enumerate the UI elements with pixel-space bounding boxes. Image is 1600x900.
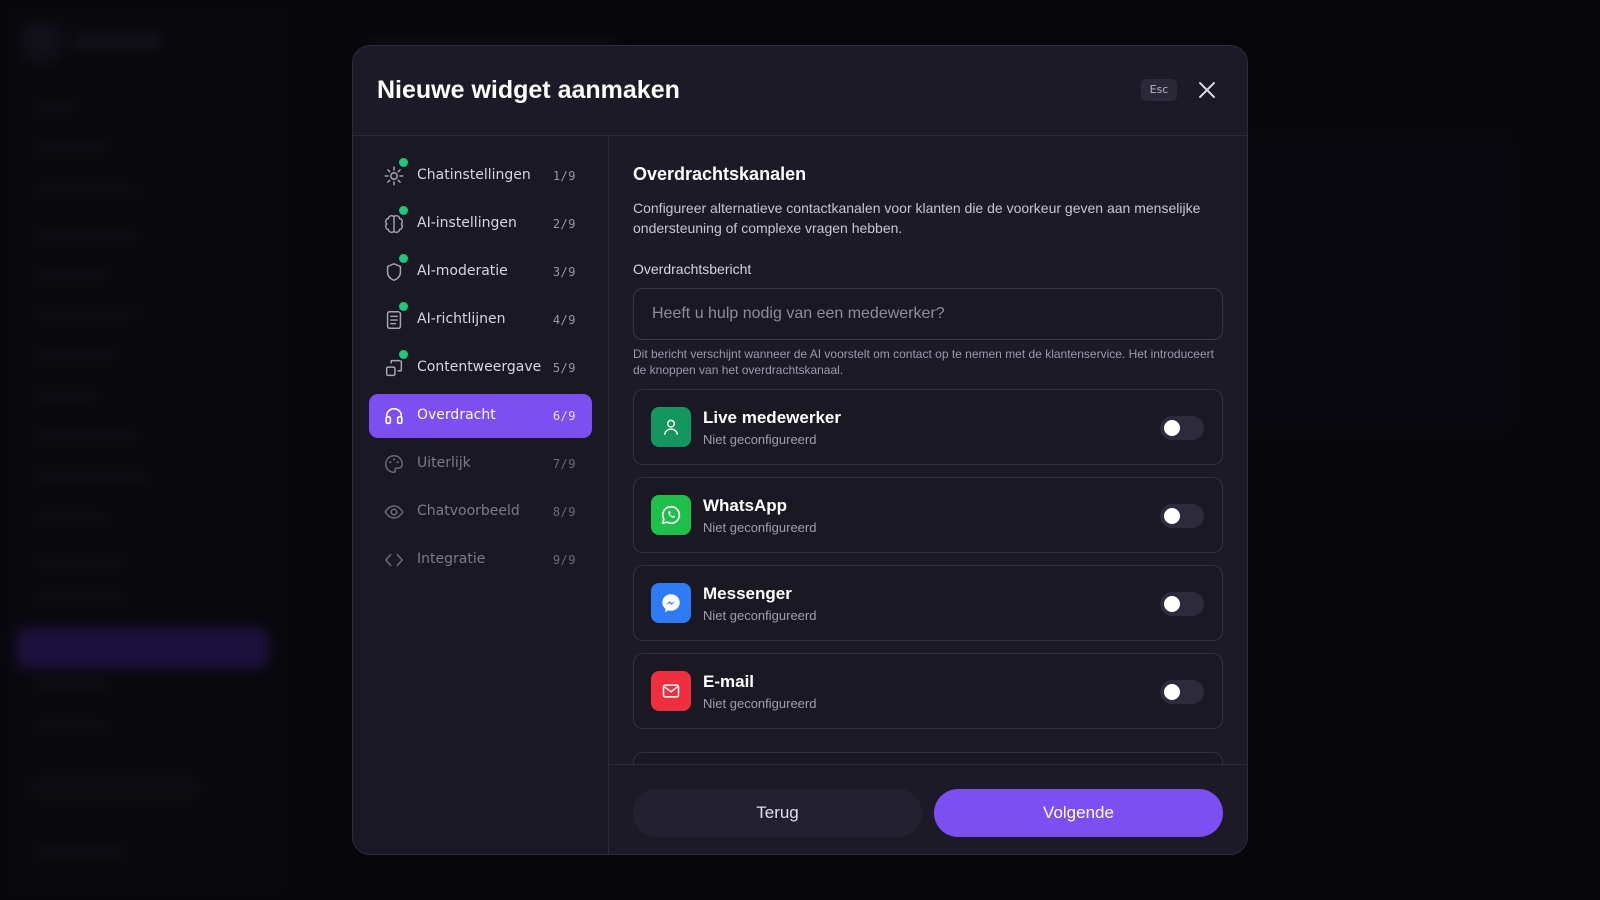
channel-status: Niet geconfigureerd: [703, 432, 817, 447]
channel-messenger: Messenger Niet geconfigureerd: [633, 565, 1223, 641]
step-count: 1/9: [552, 169, 576, 183]
whatsapp-icon: [661, 505, 681, 525]
step-count: 3/9: [552, 265, 576, 279]
step-chatvoorbeeld[interactable]: Chatvoorbeeld 8/9: [369, 490, 592, 534]
handover-message-help: Dit bericht verschijnt wanneer de AI voo…: [633, 347, 1214, 377]
step-count: 5/9: [552, 361, 576, 375]
toggle-knob: [1164, 596, 1180, 612]
step-contentweergave[interactable]: Contentweergave 5/9: [369, 346, 592, 390]
step-count: 7/9: [552, 457, 576, 471]
step-count: 8/9: [552, 505, 576, 519]
step-count: 9/9: [552, 553, 576, 567]
wizard-steps: Chatinstellingen 1/9 AI-instellingen 2/9…: [353, 136, 609, 854]
toggle-knob: [1164, 420, 1180, 436]
back-button[interactable]: Terug: [633, 789, 922, 837]
step-label: AI-instellingen: [417, 215, 517, 231]
palette-icon: [385, 455, 403, 473]
esc-shortcut-badge: Esc: [1141, 79, 1177, 101]
step-label: AI-richtlijnen: [417, 311, 506, 327]
channel-live-agent: Live medewerker Niet geconfigureerd: [633, 389, 1223, 465]
step-label: Chatvoorbeeld: [417, 503, 520, 519]
check-icon: [397, 156, 410, 169]
step-label: Contentweergave: [417, 359, 542, 375]
section-title: Overdrachtskanalen: [633, 164, 807, 184]
modal-title: Nieuwe widget aanmaken: [377, 76, 680, 104]
channel-name: Live medewerker: [703, 408, 841, 427]
step-ai-moderatie[interactable]: AI-moderatie 3/9: [369, 250, 592, 294]
channel-status: Niet geconfigureerd: [703, 520, 817, 535]
handover-message-input[interactable]: [633, 288, 1223, 340]
channel-toggle[interactable]: [1160, 592, 1204, 616]
person-icon: [664, 419, 678, 435]
channel-icon-box: [651, 495, 691, 535]
code-icon: [385, 553, 403, 567]
channel-name: E-mail: [703, 672, 755, 691]
close-button[interactable]: [1193, 76, 1221, 104]
step-label: Integratie: [417, 551, 486, 567]
channel-name: Messenger: [703, 584, 792, 603]
next-button[interactable]: Volgende: [934, 789, 1223, 837]
step-content: Overdrachtskanalen Configureer alternati…: [609, 136, 1247, 764]
step-overdracht[interactable]: Overdracht 6/9: [369, 394, 592, 438]
modal-header: Nieuwe widget aanmaken Esc: [353, 46, 1247, 136]
channel-toggle[interactable]: [1160, 504, 1204, 528]
messenger-icon: [662, 594, 680, 613]
step-count: 4/9: [552, 313, 576, 327]
channel-name: WhatsApp: [703, 496, 788, 515]
eye-icon: [384, 505, 404, 519]
step-count: 2/9: [552, 217, 576, 231]
channel-status: Niet geconfigureerd: [703, 608, 817, 623]
channel-toggle[interactable]: [1160, 680, 1204, 704]
step-label: Overdracht: [417, 407, 496, 423]
check-icon: [397, 348, 410, 361]
step-count: 6/9: [552, 409, 576, 423]
step-label: Uiterlijk: [417, 455, 471, 471]
mail-icon: [662, 684, 680, 698]
step-label: Chatinstellingen: [417, 167, 531, 183]
check-icon: [397, 252, 410, 265]
step-ai-instellingen[interactable]: AI-instellingen 2/9: [369, 202, 592, 246]
check-icon: [397, 300, 410, 313]
channel-card-partial: [633, 752, 1223, 764]
handover-message-label: Overdrachtsbericht: [633, 261, 752, 277]
channel-icon-box: [651, 671, 691, 711]
channel-email: E-mail Niet geconfigureerd: [633, 653, 1223, 729]
close-icon: [1199, 82, 1215, 98]
create-widget-modal: Nieuwe widget aanmaken Esc Chatinstellin…: [352, 45, 1248, 855]
step-label: AI-moderatie: [417, 263, 508, 279]
step-integratie[interactable]: Integratie 9/9: [369, 538, 592, 582]
headphones-icon: [385, 407, 403, 425]
toggle-knob: [1164, 508, 1180, 524]
channel-toggle[interactable]: [1160, 416, 1204, 440]
channel-status: Niet geconfigureerd: [703, 696, 817, 711]
step-chatinstellingen[interactable]: Chatinstellingen 1/9: [369, 154, 592, 198]
toggle-knob: [1164, 684, 1180, 700]
modal-footer: Terug Volgende: [609, 764, 1247, 854]
step-uiterlijk[interactable]: Uiterlijk 7/9: [369, 442, 592, 486]
channel-whatsapp: WhatsApp Niet geconfigureerd: [633, 477, 1223, 553]
channel-icon-box: [651, 407, 691, 447]
check-icon: [397, 204, 410, 217]
section-description: Configureer alternatieve contactkanalen …: [633, 200, 1201, 236]
channel-icon-box: [651, 583, 691, 623]
step-ai-richtlijnen[interactable]: AI-richtlijnen 4/9: [369, 298, 592, 342]
